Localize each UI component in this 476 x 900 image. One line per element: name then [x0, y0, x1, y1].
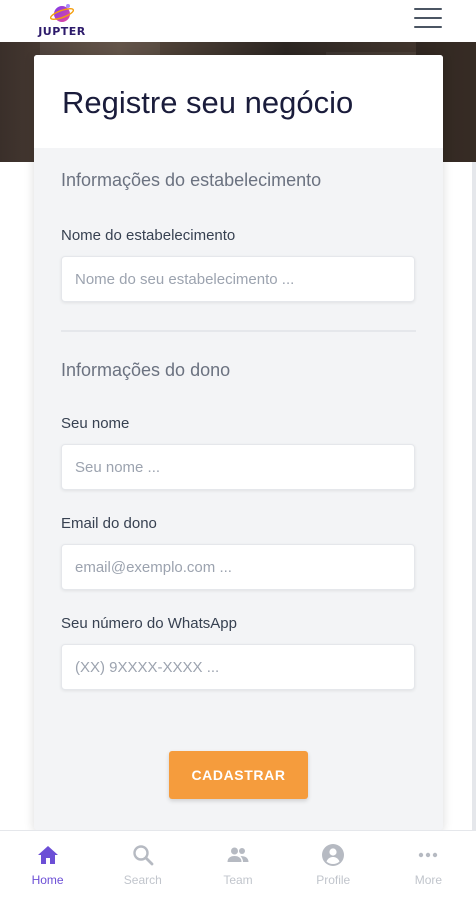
brand-logo[interactable]: JUPTER [30, 2, 94, 40]
profile-icon [322, 844, 345, 866]
top-bar: JUPTER [0, 0, 476, 42]
business-name-label: Nome do estabelecimento [61, 227, 236, 244]
planet-logo-icon [50, 4, 74, 22]
brand-name: JUPTER [38, 25, 86, 38]
nav-label-more: More [414, 873, 443, 887]
nav-item-profile[interactable]: Profile [286, 831, 381, 900]
bottom-navigation: Home Search Team Profile More [0, 830, 476, 900]
nav-item-team[interactable]: Team [190, 831, 285, 900]
nav-item-more[interactable]: More [381, 831, 476, 900]
more-icon [419, 852, 438, 858]
nav-label-home: Home [31, 873, 64, 887]
whatsapp-input[interactable] [61, 644, 415, 690]
hamburger-menu-icon[interactable] [414, 8, 442, 30]
whatsapp-label: Seu número do WhatsApp [61, 615, 237, 632]
home-icon [37, 846, 58, 864]
owner-name-input[interactable] [61, 444, 415, 490]
owner-email-input[interactable] [61, 544, 415, 590]
section-heading-owner: Informações do dono [61, 360, 231, 380]
form-body: Informações do estabelecimento Nome do e… [34, 148, 443, 690]
nav-item-home[interactable]: Home [0, 831, 95, 900]
registration-form-card: Registre seu negócio Informações do esta… [34, 55, 443, 830]
page-title: Registre seu negócio [62, 85, 354, 120]
nav-label-profile: Profile [316, 873, 351, 887]
business-name-input[interactable] [61, 256, 415, 302]
search-icon [133, 845, 154, 866]
team-icon [227, 847, 249, 862]
nav-label-team: Team [223, 873, 253, 887]
section-heading-business: Informações do estabelecimento [61, 170, 322, 190]
scrollbar-track[interactable] [472, 162, 476, 830]
card-header: Registre seu negócio [34, 55, 443, 148]
section-divider [61, 330, 416, 332]
register-submit-button[interactable]: CADASTRAR [169, 751, 308, 799]
owner-name-label: Seu nome [61, 415, 130, 432]
owner-email-label: Email do dono [61, 515, 157, 532]
nav-item-search[interactable]: Search [95, 831, 190, 900]
nav-label-search: Search [123, 873, 162, 887]
